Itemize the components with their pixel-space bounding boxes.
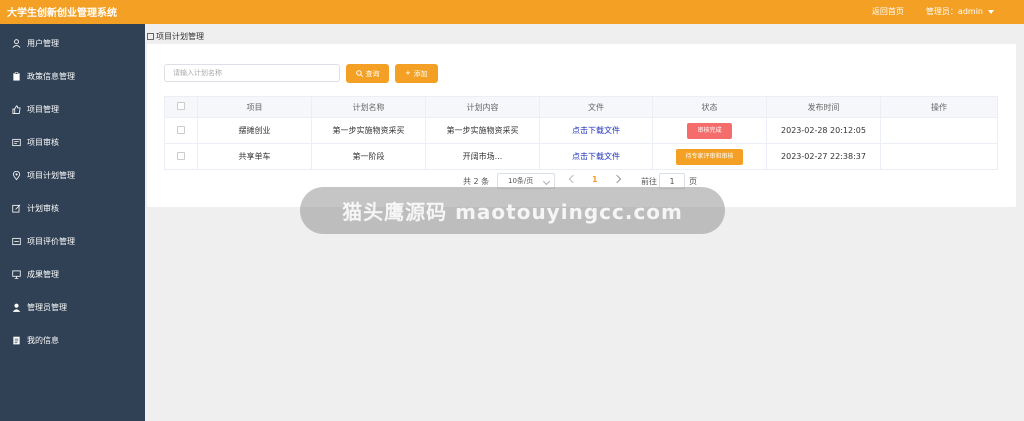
page-size-value: 10条/页 [508,177,534,185]
add-button[interactable]: + 添加 [395,64,438,83]
total-count: 共 2 条 [463,177,490,186]
sidebar-item-plans[interactable]: 项目计划管理 [0,165,145,185]
thumbs-up-icon [11,104,21,114]
sidebar-item-projects[interactable]: 项目管理 [0,99,145,119]
download-link[interactable]: 点击下载文件 [572,126,620,135]
time-cell: 2023-02-27 22:38:37 [766,143,881,170]
select-all-checkbox[interactable] [177,102,185,110]
row-checkbox[interactable] [177,125,185,134]
table-row: 摆摊创业 第一步实施物资采买 第一步实施物资采买 点击下载文件 审核完成 202… [164,117,998,144]
project-cell: 摆摊创业 [197,117,312,144]
column-header: 文件 [539,96,653,118]
goto-label: 前往 [641,177,657,186]
sidebar-item-users[interactable]: 用户管理 [0,33,145,53]
sidebar-item-label: 项目评价管理 [27,236,75,246]
column-header: 计划内容 [425,96,540,118]
file-icon [11,335,21,345]
plan-content-cell: 第一步实施物资采买 [425,117,540,144]
watermark-overlay: 猫头鹰源码 maotouyingcc.com [300,187,725,234]
sidebar-item-label: 成果管理 [27,269,59,279]
breadcrumb-label: 项目计划管理 [156,32,204,41]
search-icon [355,70,363,77]
sidebar-item-label: 我的信息 [27,335,59,345]
table-row: 共享单车 第一阶段 开阔市场... 点击下载文件 待专家评审和审核 2023-0… [164,143,998,170]
status-cell: 审核完成 [652,117,767,144]
sidebar-item-label: 计划审核 [27,203,59,213]
sidebar-item-review[interactable]: 项目审核 [0,132,145,152]
goto-unit: 页 [689,177,697,186]
chevron-down-icon [542,177,551,186]
sidebar-item-results[interactable]: 成果管理 [0,264,145,284]
column-header: 状态 [652,96,767,118]
edit-box-icon [11,236,21,246]
file-cell: 点击下载文件 [539,143,653,170]
column-header: 项目 [197,96,312,118]
top-header: 大学生创新创业管理系统 返回首页 管理员：admin [0,0,1024,24]
status-badge[interactable]: 审核完成 [687,122,732,139]
user-icon [11,38,21,48]
document-icon [11,137,21,147]
sidebar-item-label: 管理员管理 [27,302,67,312]
clipboard-icon [11,71,21,81]
sidebar-item-my-info[interactable]: 我的信息 [0,330,145,350]
chevron-down-icon [988,10,994,14]
edit-icon [11,203,21,213]
actions-cell [880,143,998,170]
column-header: 发布时间 [766,96,881,118]
time-cell: 2023-02-28 20:12:05 [766,117,881,144]
sidebar-item-label: 项目计划管理 [27,170,75,180]
project-cell: 共享单车 [197,143,312,170]
person-icon [11,302,21,312]
row-select-cell [164,143,198,170]
app-title: 大学生创新创业管理系统 [7,8,117,19]
admin-label: 管理员：admin [925,7,983,16]
table-icon [147,33,154,40]
query-label: 查询 [365,70,380,78]
select-all-cell[interactable] [164,96,198,118]
sidebar-item-label: 用户管理 [27,38,59,48]
actions-cell [880,117,998,144]
current-page[interactable]: 1 [592,175,598,184]
status-badge[interactable]: 待专家评审和审核 [676,148,743,165]
sidebar-item-label: 项目审核 [27,137,59,147]
file-cell: 点击下载文件 [539,117,653,144]
sidebar-item-evaluation[interactable]: 项目评价管理 [0,231,145,251]
monitor-icon [11,269,21,279]
download-link[interactable]: 点击下载文件 [572,152,620,161]
admin-menu[interactable]: 管理员：admin [926,6,994,17]
location-icon [11,170,21,180]
column-header: 操作 [880,96,998,118]
sidebar-item-label: 政策信息管理 [27,71,75,81]
sidebar-item-admins[interactable]: 管理员管理 [0,297,145,317]
add-label: 添加 [413,70,428,78]
sidebar-item-plan-review[interactable]: 计划审核 [0,198,145,218]
sidebar-item-policy[interactable]: 政策信息管理 [0,66,145,86]
sidebar-item-label: 项目管理 [27,104,59,114]
query-button[interactable]: 查询 [346,64,389,83]
status-cell: 待专家评审和审核 [652,143,767,170]
home-link[interactable]: 返回首页 [872,6,904,17]
plan-name-cell: 第一阶段 [311,143,426,170]
plan-content-cell: 开阔市场... [425,143,540,170]
plans-table: 项目 计划名称 计划内容 文件 状态 发布时间 操作 摆摊创业 第一步实施物资采… [164,96,998,170]
column-header: 计划名称 [311,96,426,118]
row-checkbox[interactable] [177,151,185,160]
row-select-cell [164,117,198,144]
plus-icon: + [405,68,411,78]
breadcrumb: 项目计划管理 [147,31,204,42]
plan-name-cell: 第一步实施物资采买 [311,117,426,144]
search-input[interactable] [164,64,340,82]
table-header-row: 项目 计划名称 计划内容 文件 状态 发布时间 操作 [164,96,998,118]
